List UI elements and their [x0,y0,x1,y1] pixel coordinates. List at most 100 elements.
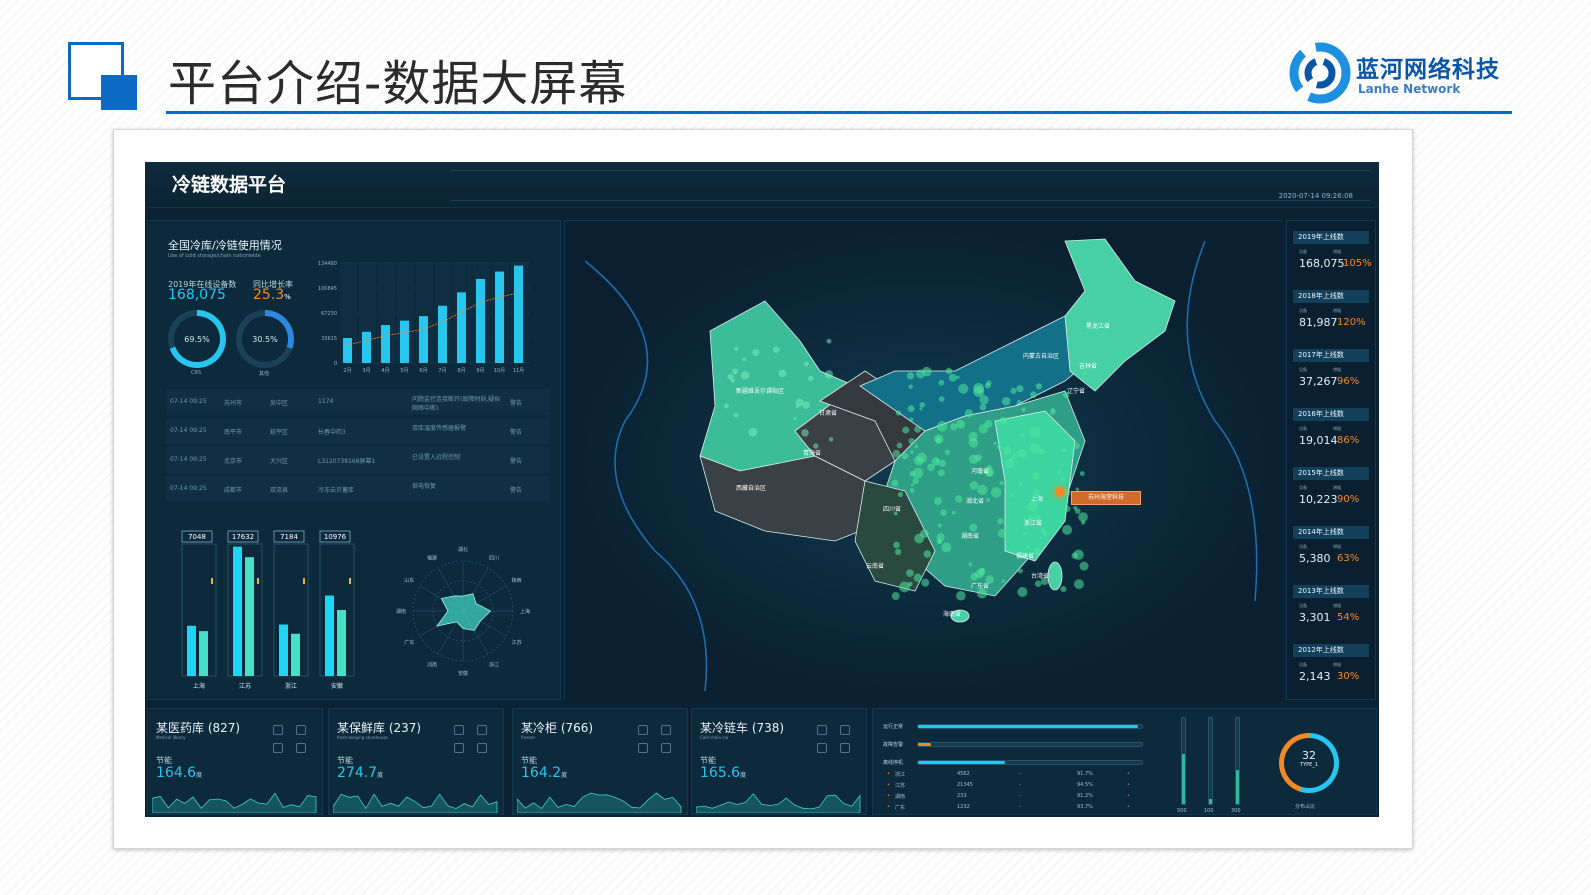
radar-area [436,593,492,631]
region-taiwan[interactable] [1047,561,1063,591]
card-control-button[interactable] [454,725,464,735]
alarm-row[interactable]: 07-14 09:25 南平市 延平区 长春中药3 双库温度传感器报警 警告 [166,418,550,444]
bar [279,624,288,676]
alarm-cell: 大兴区 [270,458,289,465]
status-track [917,742,1143,747]
value-number: 164.6 [156,765,197,781]
device-dot [1057,470,1061,475]
sparkline-area [517,792,682,813]
card-control-button[interactable] [273,725,283,735]
card-control-button[interactable] [454,743,464,753]
map-label-taiwan: 台湾省 [1031,573,1050,580]
gauge-tick: 100 [1204,808,1214,814]
card-control-button[interactable] [840,743,850,753]
device-dot [996,444,1002,450]
storage-card-subtitle: freezer [521,735,536,740]
sparkline-chart [517,792,682,813]
year-card-pct: 120% [1337,317,1366,328]
alarm-cell: 警告 [510,429,523,436]
sparkline-area [333,793,498,813]
card-control-button[interactable] [661,725,671,735]
year-card-sub: 增幅 [1333,426,1341,431]
gauge-tick: 500 [1177,808,1187,814]
device-dot [1063,430,1067,434]
year-card-value: 168,075 [1299,257,1345,270]
device-dot [778,369,787,378]
storage-card-value: 274.7度 [337,765,383,781]
year-card-title: 2016年上线数 [1293,408,1369,421]
storage-card-subtitle: Medical library [156,735,186,740]
radar-label: 浙江 [489,662,499,669]
bar [343,338,352,363]
year-card: 2015年上线数 设备 增幅 10,223 90% [1293,467,1369,517]
year-card-sub: 增幅 [1333,603,1341,608]
device-dot [907,405,915,412]
card-control-button[interactable] [840,725,850,735]
year-card-pct: 54% [1337,612,1360,623]
device-dot [1010,387,1017,394]
storage-card-title: 某冷柜 (766) [521,721,594,735]
province-bullet: • [1127,771,1130,777]
card-control-button[interactable] [477,743,487,753]
device-dot [1020,433,1025,438]
alarm-row[interactable]: 07-14 09:25 北京市 大兴区 L3120738168屏幕1 已设置入远程控制警… [166,447,550,473]
province-bullet: • [887,771,890,777]
card-control-button[interactable] [296,725,306,735]
map-label-yunnan: 云南省 [866,563,885,570]
bar [495,271,504,363]
radar-label: 上海 [520,608,530,615]
china-map-panel[interactable]: 苏州海堂科技 新疆维吾尔自治区 西藏自治区 青海省 甘肃省 内蒙古自治区 黑龙江省 吉林省辽… [564,220,1283,701]
alarm-cell: L3120738168屏幕1 [318,458,376,465]
card-control-button[interactable] [817,725,827,735]
device-dot [970,572,979,581]
province-dash: - [1019,771,1021,777]
device-dot [990,487,1002,498]
x-tick-label: 2月 [343,368,351,374]
device-dot [1018,482,1023,486]
year-card-sub: 设备 [1299,603,1307,608]
year-card-pct: 90% [1337,494,1360,505]
device-dot [906,569,914,577]
device-dot [916,452,928,464]
alarm-row[interactable]: 07-14 09:25 成都市 双流县 冷冻云贝蓄库 供电恢复 警告 [166,476,550,502]
bar-category: 安徽 [331,682,343,690]
province-name: 江苏 [895,783,906,789]
bar-value: 17632 [232,533,254,541]
radar-label: 四川 [489,555,499,561]
status-fill [918,725,1138,728]
header-line [451,200,1371,201]
card-control-button[interactable] [477,725,487,735]
province-bullet: • [887,804,890,810]
card-control-button[interactable] [296,743,306,753]
card-control-button[interactable] [273,743,283,753]
alarm-cell: 警告 [510,487,523,494]
device-dot [1079,561,1089,571]
growth-rate-value: 25.3% [253,287,291,303]
card-control-button[interactable] [817,743,827,753]
year-card-value: 81,987 [1299,316,1338,329]
title-square-fill [101,75,137,110]
alarm-row[interactable]: 07-14 09:25 苏州市 吴中区 1174 问题监控连接断开(故障时刻,疑似网络中… [166,389,550,415]
device-dot [914,425,922,433]
device-dot [1022,532,1027,536]
donut-type: TYPE_1 [1300,762,1318,768]
map-label-zhejiang: 浙江省 [1024,520,1043,527]
province-dash: - [1019,804,1021,810]
device-dot [807,375,814,382]
map-label-heilongjiang: 黑龙江省 [1086,323,1111,330]
card-control-button[interactable] [661,743,671,753]
device-dot [1079,471,1085,476]
year-card-title: 2012年上线数 [1293,644,1369,657]
year-card: 2018年上线数 设备 增幅 81,987 120% [1293,290,1369,340]
device-dot [1073,549,1084,560]
year-card-sub: 增幅 [1333,662,1341,667]
device-dot [919,407,923,411]
card-control-button[interactable] [638,743,648,753]
map-label-jilin: 吉林省 [1079,363,1098,370]
device-dot [795,404,800,409]
device-dot [1074,579,1084,590]
china-map[interactable] [565,221,1283,701]
year-card-value: 2,143 [1299,670,1331,683]
card-control-button[interactable] [638,725,648,735]
device-dot [979,395,989,405]
